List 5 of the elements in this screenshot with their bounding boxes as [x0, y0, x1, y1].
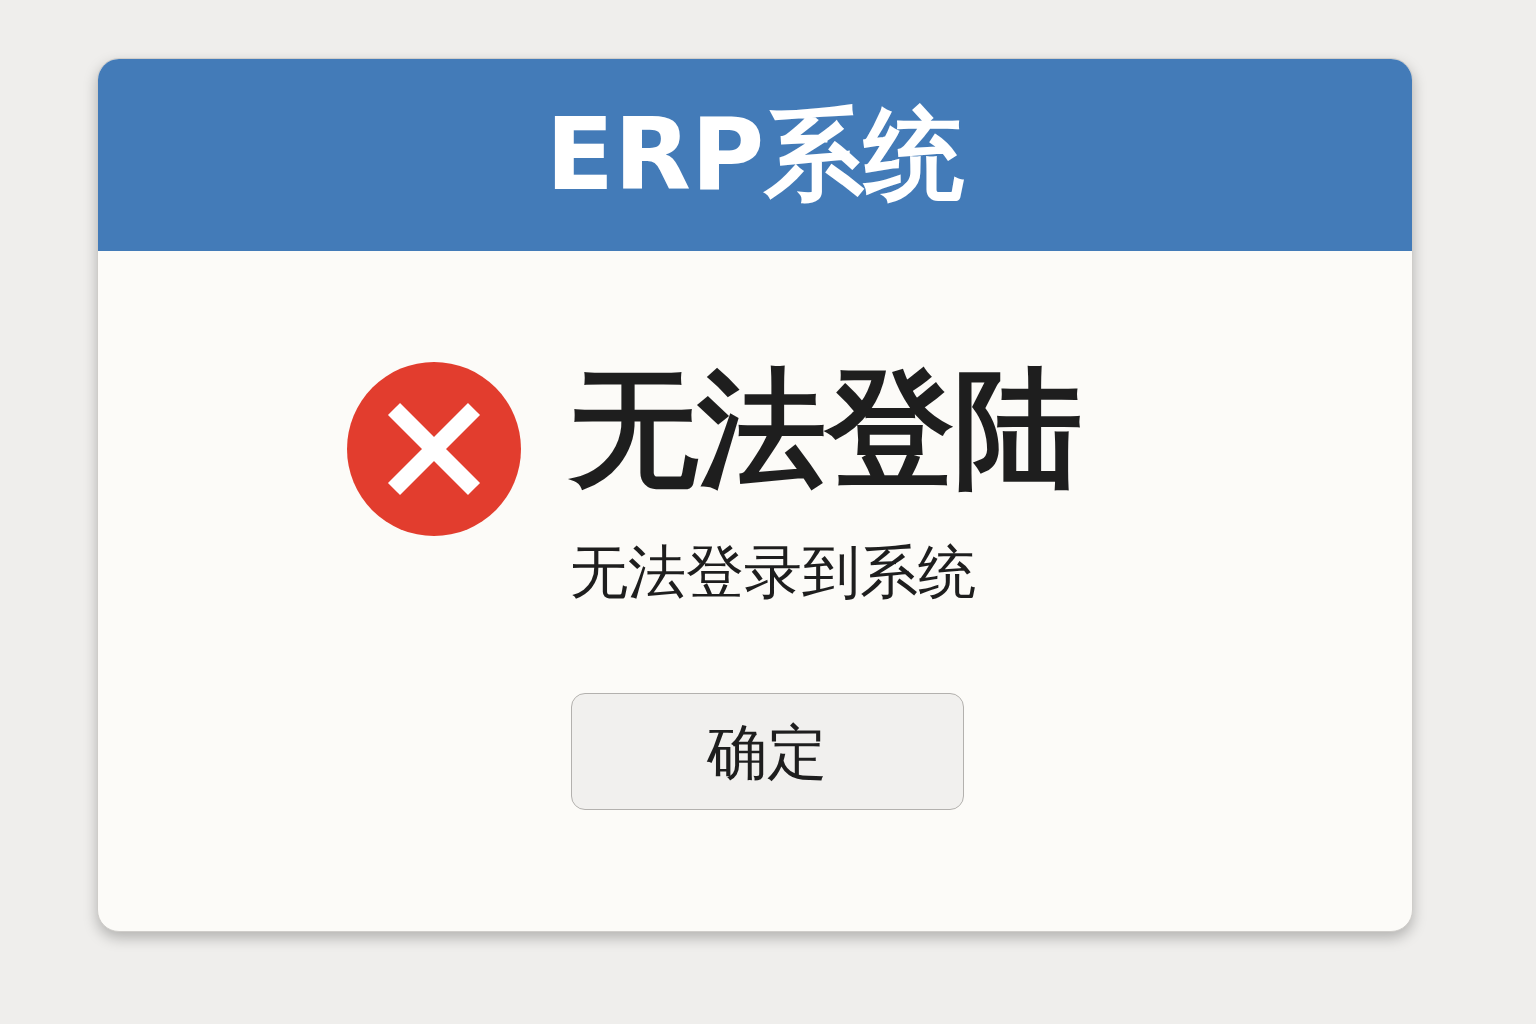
error-heading: 无法登陆 [570, 365, 1082, 493]
error-icon [346, 361, 522, 537]
error-message: 无法登录到系统 [570, 543, 977, 601]
ok-button[interactable]: 确定 [570, 693, 964, 810]
window-title: ERP系统 [545, 105, 965, 205]
